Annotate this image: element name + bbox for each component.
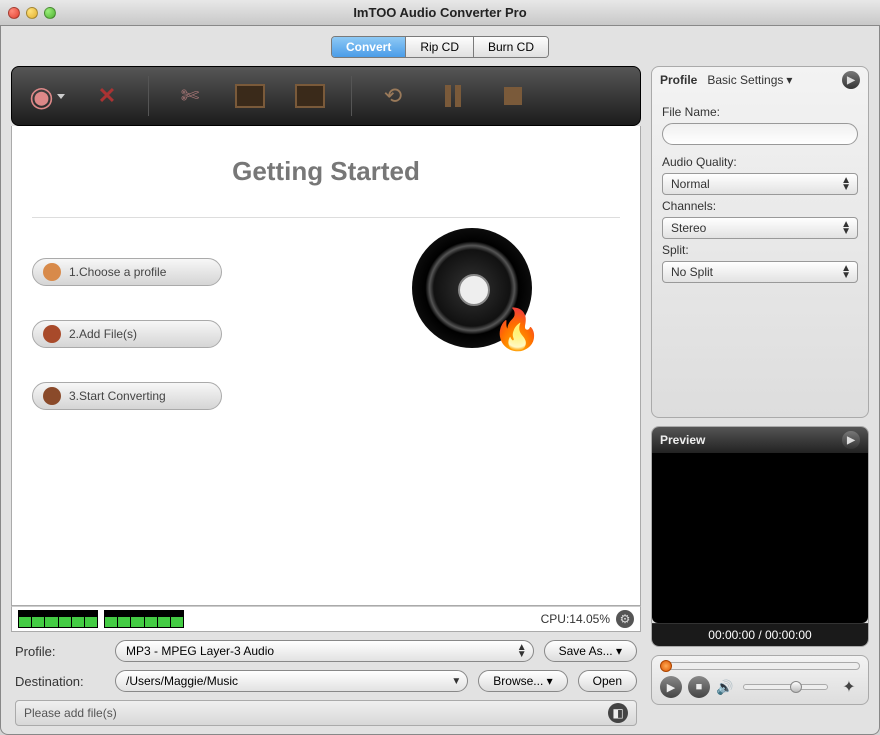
step-add-files[interactable]: 2.Add File(s) — [32, 320, 222, 348]
channels-select[interactable]: Stereo▲▼ — [662, 217, 858, 239]
updown-icon: ▲▼ — [841, 177, 851, 191]
profile-select[interactable]: MP3 - MPEG Layer-3 Audio ▲▼ — [115, 640, 534, 662]
status-message: Please add file(s) — [24, 706, 117, 720]
separator — [351, 76, 352, 116]
stop-button[interactable] — [494, 77, 532, 115]
pause-button[interactable] — [434, 77, 472, 115]
disc-artwork: 🔥 — [412, 228, 532, 348]
destination-label: Destination: — [15, 674, 105, 689]
profile-step-icon — [43, 263, 61, 281]
audio-quality-select[interactable]: Normal▲▼ — [662, 173, 858, 195]
step-label: 2.Add File(s) — [69, 327, 137, 341]
cpu-row: CPU:14.05% ⚙ — [11, 606, 641, 632]
output-form: Profile: MP3 - MPEG Layer-3 Audio ▲▼ Save… — [11, 632, 641, 730]
chevron-down-icon: ▼ — [451, 678, 461, 685]
open-button[interactable]: Open — [578, 670, 637, 692]
volume-icon: 🔊 — [716, 679, 733, 696]
profile-label: Profile: — [15, 644, 105, 659]
step-label: 1.Choose a profile — [69, 265, 166, 279]
chevron-down-icon — [57, 94, 65, 99]
cpu-meter-1 — [18, 610, 98, 628]
step-label: 3.Start Converting — [69, 389, 166, 403]
seek-slider[interactable] — [660, 662, 860, 670]
stage-heading: Getting Started — [12, 156, 640, 187]
player-stop-button[interactable]: ■ — [688, 676, 710, 698]
tab-convert[interactable]: Convert — [332, 37, 406, 57]
play-button[interactable]: ▶ — [660, 676, 682, 698]
audio-quality-label: Audio Quality: — [662, 155, 858, 169]
filename-input[interactable] — [662, 123, 858, 145]
cpu-label: CPU:14.05% — [541, 612, 610, 626]
chevron-down-icon: ▾ — [786, 73, 792, 87]
profile-panel-title: Profile — [660, 73, 697, 87]
cut-button[interactable]: ✄ — [171, 77, 209, 115]
player-controls: ▶ ■ 🔊 ✦ — [651, 655, 869, 705]
flame-icon: 🔥 — [492, 306, 542, 353]
destination-select[interactable]: /Users/Maggie/Music ▼ — [115, 670, 468, 692]
separator — [148, 76, 149, 116]
status-bar: Please add file(s) ◧ — [15, 700, 637, 726]
mode-tabbar: Convert Rip CD Burn CD — [11, 36, 869, 58]
volume-slider[interactable] — [743, 684, 828, 690]
main-toolbar: ◉ ✕ ✄ ⟲ — [11, 66, 641, 126]
window-body: Convert Rip CD Burn CD ◉ ✕ ✄ ⟲ Getting S… — [0, 26, 880, 735]
tab-burn-cd[interactable]: Burn CD — [474, 37, 548, 57]
tab-rip-cd[interactable]: Rip CD — [406, 37, 474, 57]
browse-button[interactable]: Browse... ▾ — [478, 670, 567, 692]
split-label: Split: — [662, 243, 858, 257]
seek-knob[interactable] — [660, 660, 672, 672]
window-controls — [8, 7, 56, 19]
channels-label: Channels: — [662, 199, 858, 213]
minimize-icon[interactable] — [26, 7, 38, 19]
close-icon[interactable] — [8, 7, 20, 19]
profile-panel: Profile Basic Settings▾ ▶ File Name: Aud… — [651, 66, 869, 418]
panel-collapse-button[interactable]: ▶ — [842, 431, 860, 449]
undo-button[interactable]: ⟲ — [374, 77, 412, 115]
preview-panel-title: Preview — [660, 433, 705, 447]
cpu-meter-2 — [104, 610, 184, 628]
panel-collapse-button[interactable]: ▶ — [842, 71, 860, 89]
split-select[interactable]: No Split▲▼ — [662, 261, 858, 283]
filename-label: File Name: — [662, 105, 858, 119]
convert-step-icon — [43, 387, 61, 405]
snapshot-button[interactable]: ✦ — [838, 676, 860, 698]
step-choose-profile[interactable]: 1.Choose a profile — [32, 258, 222, 286]
step-start-converting[interactable]: 3.Start Converting — [32, 382, 222, 410]
destination-value: /Users/Maggie/Music — [126, 674, 238, 688]
add-media-button[interactable]: ◉ — [28, 77, 66, 115]
delete-button[interactable]: ✕ — [88, 77, 126, 115]
clip-button-1[interactable] — [231, 77, 269, 115]
save-as-button[interactable]: Save As... ▾ — [544, 640, 637, 662]
zoom-icon[interactable] — [44, 7, 56, 19]
clip-button-2[interactable] — [291, 77, 329, 115]
basic-settings-dropdown[interactable]: Basic Settings▾ — [707, 73, 792, 87]
profile-value: MP3 - MPEG Layer-3 Audio — [126, 644, 274, 658]
preview-time: 00:00:00 / 00:00:00 — [652, 623, 868, 646]
cpu-settings-button[interactable]: ⚙ — [616, 610, 634, 628]
window-title: ImTOO Audio Converter Pro — [353, 5, 526, 20]
titlebar: ImTOO Audio Converter Pro — [0, 0, 880, 26]
updown-icon: ▲▼ — [517, 644, 527, 658]
volume-knob[interactable] — [790, 681, 802, 693]
status-action-button[interactable]: ◧ — [608, 703, 628, 723]
updown-icon: ▲▼ — [841, 221, 851, 235]
add-files-step-icon — [43, 325, 61, 343]
stage: Getting Started 1.Choose a profile 2.Add… — [11, 126, 641, 606]
updown-icon: ▲▼ — [841, 265, 851, 279]
preview-panel: Preview ▶ 00:00:00 / 00:00:00 — [651, 426, 869, 647]
preview-viewport — [652, 453, 868, 623]
